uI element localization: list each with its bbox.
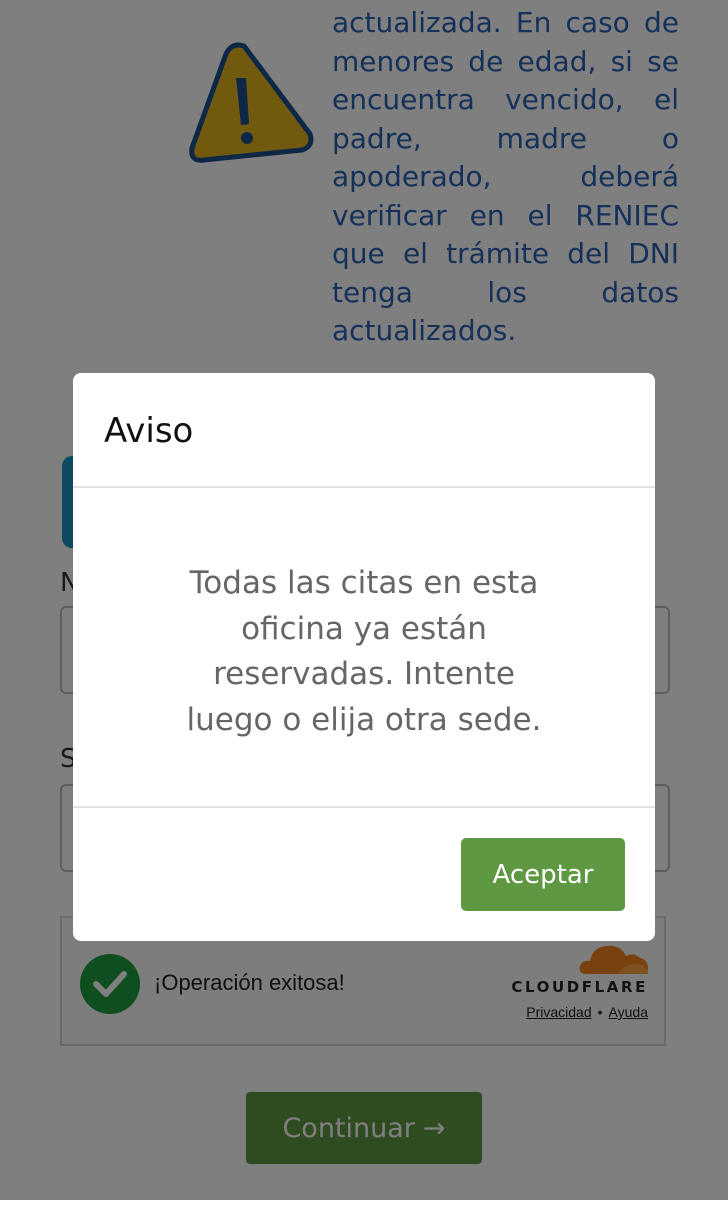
- modal-message: Todas las citas en esta oficina ya están…: [186, 565, 542, 738]
- modal-body: Todas las citas en esta oficina ya están…: [73, 488, 655, 808]
- accept-button[interactable]: Aceptar: [461, 838, 625, 911]
- modal-title: Aviso: [104, 411, 194, 451]
- notice-modal: Aviso Todas las citas en esta oficina ya…: [73, 373, 655, 941]
